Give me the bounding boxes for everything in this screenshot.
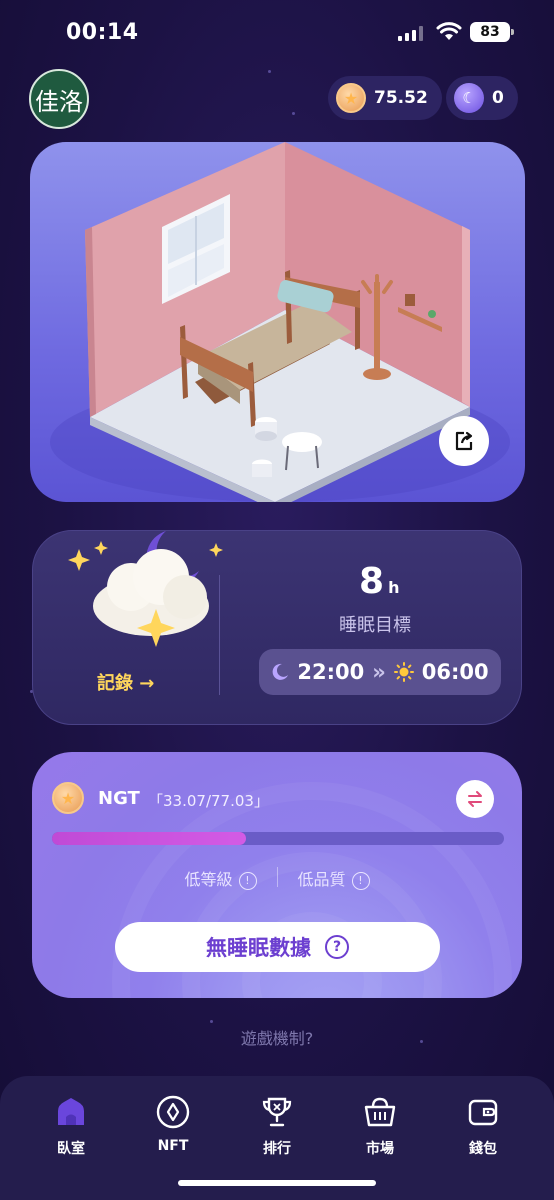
avatar[interactable]: 佳洛 [29, 69, 89, 129]
coin-balance: 75.52 [374, 88, 428, 108]
wallet-icon [463, 1092, 503, 1132]
star-coin-icon: ★ [336, 83, 366, 113]
nft-icon [153, 1092, 193, 1132]
moon-balance-pill[interactable]: ☾ 0 [446, 76, 518, 120]
bedroom-scene[interactable] [30, 142, 525, 502]
moon-balance: 0 [492, 88, 504, 108]
question-icon: ? [325, 935, 349, 959]
arrow-icon: » [372, 660, 386, 684]
sleep-goal-label: 睡眠目標 [339, 615, 411, 636]
trophy-icon [257, 1092, 297, 1132]
ngt-range: 「33.07/77.03」 [148, 792, 269, 810]
background-star [268, 70, 271, 73]
share-button[interactable] [439, 416, 489, 466]
nav-label: 錢包 [469, 1141, 497, 1157]
nav-item-market[interactable]: 市場 [345, 1092, 415, 1158]
home-indicator [178, 1180, 376, 1186]
info-icon[interactable]: ! [238, 871, 257, 890]
goal-hours-value: 8 [359, 561, 385, 602]
ngt-progress-bar [52, 832, 504, 845]
basket-icon [360, 1092, 400, 1132]
home-icon [51, 1092, 91, 1132]
background-star [210, 1020, 213, 1023]
swap-arrows-icon [468, 791, 482, 807]
sleep-goal-hours: 8h [359, 561, 399, 602]
goal-hours-unit: h [388, 578, 400, 597]
record-link[interactable]: 記錄 → [97, 669, 154, 695]
nav-label: 臥室 [57, 1141, 85, 1157]
wake-time: 06:00 [421, 660, 489, 684]
ngt-coin-icon: ★ [52, 782, 84, 814]
ngt-progress-fill [52, 832, 247, 845]
nav-label: NFT [157, 1138, 189, 1154]
share-icon [455, 431, 473, 451]
nav-item-nft[interactable]: NFT [138, 1092, 208, 1154]
quality-indicators: 低等級! 低品質! [32, 866, 522, 890]
game-mechanism-link[interactable]: 遊戲機制? [0, 1025, 554, 1049]
sleep-goal-card: 記錄 → 8h 睡眠目標 22:00 » 06:00 [32, 530, 522, 725]
no-sleep-data-button[interactable]: 無睡眠數據 ? [115, 922, 440, 972]
ngt-card: ★ NGT 「33.07/77.03」 低等級! 低品質! 無睡眠數據 ? [32, 752, 522, 998]
level-label: 低等級 [184, 870, 233, 889]
background-star [292, 112, 295, 115]
nav-item-ranking[interactable]: 排行 [242, 1092, 312, 1158]
swap-button[interactable] [456, 780, 494, 818]
sleep-schedule-button[interactable]: 22:00 » 06:00 [259, 649, 501, 695]
nav-item-wallet[interactable]: 錢包 [448, 1092, 518, 1158]
card-divider [219, 575, 220, 695]
status-bar: 00:14 83 [0, 0, 554, 66]
quality-label: 低品質 [297, 870, 346, 889]
nav-label: 排行 [263, 1141, 291, 1157]
info-icon[interactable]: ! [351, 871, 370, 890]
status-time: 00:14 [66, 20, 139, 45]
moon-icon [272, 663, 289, 680]
no-sleep-data-label: 無睡眠數據 [206, 936, 311, 960]
sun-icon [393, 662, 414, 682]
nav-item-bedroom[interactable]: 臥室 [36, 1092, 106, 1158]
ngt-token-name: NGT [98, 788, 140, 809]
level-indicator[interactable]: 低等級! [184, 866, 257, 890]
cloud-moon-mascot-icon [68, 531, 223, 647]
bed-time: 22:00 [297, 660, 365, 684]
battery-indicator: 83 [470, 22, 514, 42]
indicator-divider [276, 867, 278, 887]
moon-token-icon: ☾ [454, 83, 484, 113]
quality-indicator[interactable]: 低品質! [298, 866, 370, 890]
nav-label: 市場 [366, 1141, 394, 1157]
wifi-icon [436, 22, 462, 40]
cellular-signal-icon [398, 26, 423, 41]
coin-balance-pill[interactable]: ★ 75.52 [328, 76, 442, 120]
